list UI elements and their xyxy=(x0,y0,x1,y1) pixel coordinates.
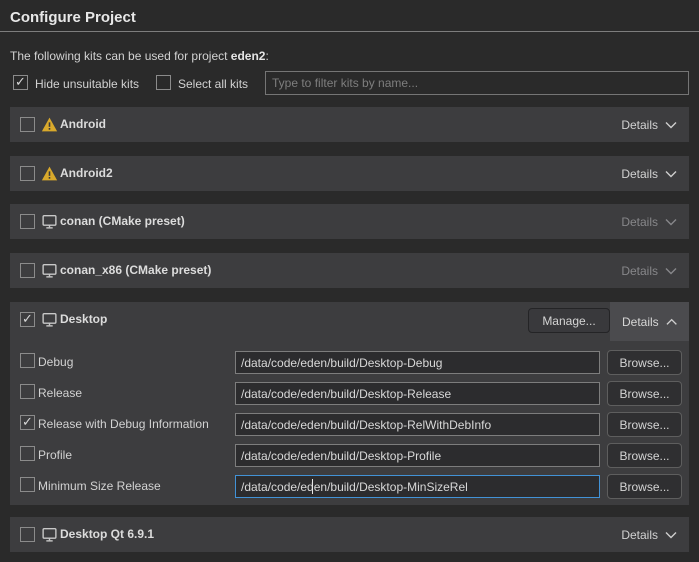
chevron-down-icon xyxy=(665,531,677,539)
monitor-icon xyxy=(41,526,58,543)
kit-name: conan_x86 (CMake preset) xyxy=(60,263,211,277)
details-toggle: Details xyxy=(609,253,689,288)
browse-button[interactable]: Browse... xyxy=(607,350,682,375)
monitor-icon xyxy=(41,311,58,328)
chevron-down-icon xyxy=(665,218,677,226)
kits-subtitle: The following kits can be used for proje… xyxy=(10,49,269,63)
config-checkbox[interactable] xyxy=(20,446,35,461)
build-dir-input[interactable] xyxy=(235,444,600,467)
select-all-checkbox[interactable] xyxy=(156,75,171,90)
title-separator xyxy=(0,31,699,32)
monitor-icon xyxy=(41,262,58,279)
chevron-down-icon xyxy=(665,170,677,178)
subtitle-colon: : xyxy=(265,49,268,63)
chevron-down-icon xyxy=(665,121,677,129)
config-label: Release with Debug Information xyxy=(38,417,209,431)
configure-project-page: Configure Project The following kits can… xyxy=(0,0,699,562)
hide-unsuitable-label[interactable]: Hide unsuitable kits xyxy=(35,77,139,91)
config-path-wrap xyxy=(235,475,600,498)
browse-button[interactable]: Browse... xyxy=(607,474,682,499)
config-label: Debug xyxy=(38,355,73,369)
hide-unsuitable-checkbox[interactable] xyxy=(13,75,28,90)
config-path-wrap xyxy=(235,444,600,467)
config-checkbox[interactable] xyxy=(20,353,35,368)
kit-name: Desktop xyxy=(60,312,107,326)
config-label: Profile xyxy=(38,448,72,462)
select-all-label[interactable]: Select all kits xyxy=(178,77,248,91)
browse-button[interactable]: Browse... xyxy=(607,443,682,468)
kit-name: Android2 xyxy=(60,166,113,180)
kit-filter-input[interactable] xyxy=(265,71,689,95)
build-config-row-release: Release Browse... xyxy=(10,382,689,407)
kit-checkbox[interactable] xyxy=(20,527,35,542)
browse-button[interactable]: Browse... xyxy=(607,381,682,406)
kit-checkbox[interactable] xyxy=(20,214,35,229)
text-caret xyxy=(312,479,313,494)
page-title: Configure Project xyxy=(10,9,136,26)
manage-kits-button[interactable]: Manage... xyxy=(528,308,610,333)
browse-button[interactable]: Browse... xyxy=(607,412,682,437)
build-dir-input-focused[interactable] xyxy=(235,475,600,498)
monitor-icon xyxy=(41,213,58,230)
build-config-row-debug: Debug Browse... xyxy=(10,351,689,376)
config-path-wrap xyxy=(235,351,600,374)
kit-row-desktop-qt: Desktop Qt 6.9.1 Details xyxy=(10,517,689,552)
warning-icon xyxy=(41,116,58,133)
kit-checkbox[interactable] xyxy=(20,312,35,327)
kit-checkbox[interactable] xyxy=(20,263,35,278)
details-label: Details xyxy=(621,528,658,542)
chevron-down-icon xyxy=(665,267,677,275)
config-label: Minimum Size Release xyxy=(38,479,161,493)
chevron-up-icon xyxy=(666,318,677,326)
kit-checkbox[interactable] xyxy=(20,166,35,181)
build-config-row-profile: Profile Browse... xyxy=(10,444,689,469)
kit-name: Android xyxy=(60,117,106,131)
details-label: Details xyxy=(621,167,658,181)
details-label: Details xyxy=(621,118,658,132)
kit-row-conan: conan (CMake preset) Details xyxy=(10,204,689,239)
build-dir-input[interactable] xyxy=(235,382,600,405)
kit-row-android2: Android2 Details xyxy=(10,156,689,191)
details-label: Details xyxy=(622,315,659,329)
details-toggle[interactable]: Details xyxy=(609,156,689,191)
build-dir-input[interactable] xyxy=(235,413,600,436)
kit-checkbox[interactable] xyxy=(20,117,35,132)
config-checkbox[interactable] xyxy=(20,477,35,492)
config-checkbox[interactable] xyxy=(20,415,35,430)
kit-row-conan-x86: conan_x86 (CMake preset) Details xyxy=(10,253,689,288)
config-checkbox[interactable] xyxy=(20,384,35,399)
config-label: Release xyxy=(38,386,82,400)
warning-icon xyxy=(41,165,58,182)
kit-row-android: Android Details xyxy=(10,107,689,142)
project-name: eden2 xyxy=(231,49,266,63)
details-toggle[interactable]: Details xyxy=(609,107,689,142)
build-dir-input[interactable] xyxy=(235,351,600,374)
details-toggle[interactable]: Details xyxy=(609,517,689,552)
kit-name: Desktop Qt 6.9.1 xyxy=(60,527,154,541)
config-path-wrap xyxy=(235,382,600,405)
details-label: Details xyxy=(621,264,658,278)
build-config-row-minsizerel: Minimum Size Release Browse... xyxy=(10,475,689,500)
kit-name: conan (CMake preset) xyxy=(60,214,185,228)
build-config-row-relwithdebinfo: Release with Debug Information Browse... xyxy=(10,413,689,438)
config-path-wrap xyxy=(235,413,600,436)
details-label: Details xyxy=(621,215,658,229)
details-toggle: Details xyxy=(609,204,689,239)
kit-section-desktop: Desktop Manage... Details Debug Browse..… xyxy=(10,302,689,505)
subtitle-text: The following kits can be used for proje… xyxy=(10,49,231,63)
details-toggle[interactable]: Details xyxy=(610,302,689,341)
